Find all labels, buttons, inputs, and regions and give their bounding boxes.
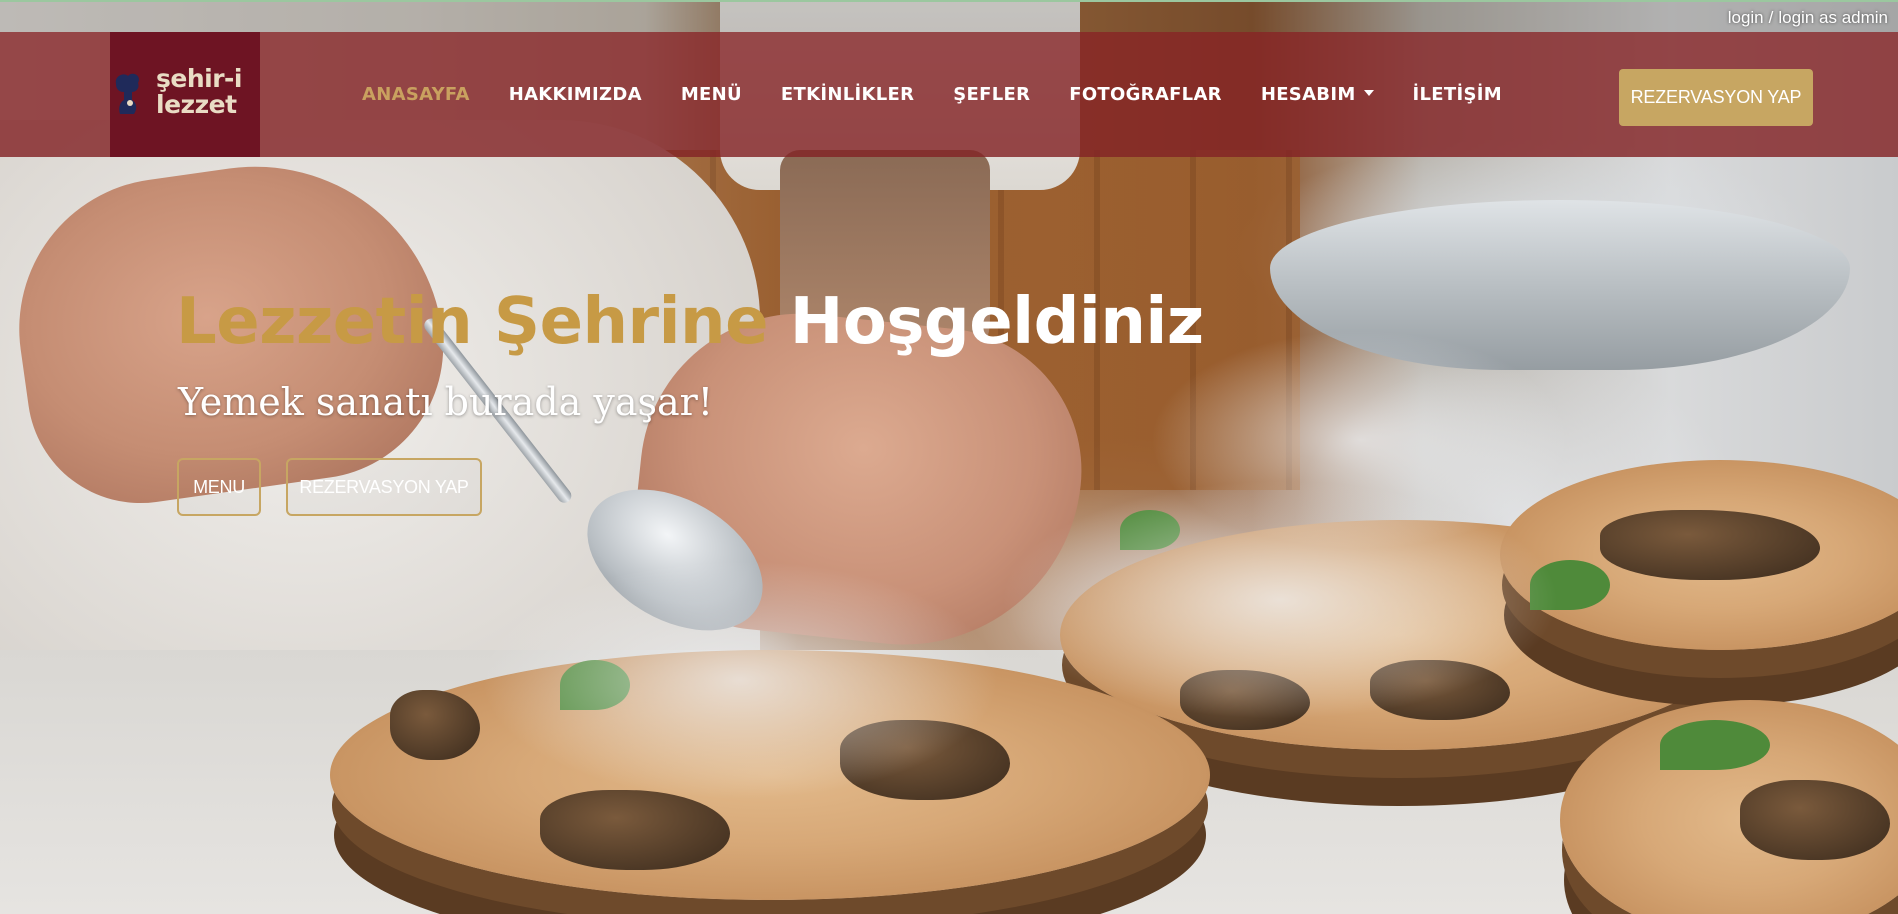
nav-item-sefler[interactable]: ŞEFLER (953, 84, 1030, 105)
top-utility-bar: login / login as admin (0, 0, 1898, 32)
dry-ice-mist (480, 560, 1000, 800)
nav-item-menu[interactable]: MENÜ (681, 84, 742, 105)
logo-text: şehir-i lezzet (156, 66, 242, 118)
login-link[interactable]: login (1728, 8, 1764, 27)
nav-item-fotograflar[interactable]: FOTOĞRAFLAR (1069, 84, 1222, 105)
hero-title-plain: Hoşgeldiniz (789, 285, 1204, 359)
page: login / login as admin şehir-i lezzet ANAS… (0, 0, 1898, 914)
login-as-admin-link[interactable]: login as admin (1778, 8, 1888, 27)
chevron-down-icon (1363, 90, 1374, 96)
hero-subtitle: Yemek sanatı burada yaşar! (178, 380, 714, 424)
microgreens (1660, 720, 1770, 770)
nav-item-iletisim[interactable]: İLETİŞİM (1413, 84, 1502, 105)
reservation-button[interactable]: REZERVASYON YAP (1619, 69, 1813, 126)
hero-menu-button[interactable]: MENU (177, 458, 261, 516)
nav-item-hesabim-label: HESABIM (1260, 84, 1356, 105)
nav-menu: ANASAYFA HAKKIMIZDA MENÜ ETKİNLİKLER ŞEF… (362, 32, 1541, 157)
hero-reservation-button[interactable]: REZERVASYON YAP (286, 458, 482, 516)
dry-ice-mist (1150, 330, 1570, 550)
chef-head-icon (115, 73, 139, 114)
nav-item-hesabim[interactable]: HESABIM (1261, 84, 1374, 105)
auth-separator: / (1768, 8, 1774, 27)
brand-logo[interactable]: şehir-i lezzet (110, 32, 260, 157)
hero-title: Lezzetin Şehrine Hoşgeldiniz (176, 285, 1204, 359)
hero-title-accent: Lezzetin Şehrine (176, 285, 769, 359)
nav-item-etkinlikler[interactable]: ETKİNLİKLER (781, 84, 914, 105)
auth-links: login / login as admin (1728, 8, 1888, 28)
logo-line-1: şehir-i (156, 64, 242, 93)
nav-item-hakkimizda[interactable]: HAKKIMIZDA (509, 84, 642, 105)
logo-line-2: lezzet (156, 90, 237, 119)
main-navbar: şehir-i lezzet ANASAYFA HAKKIMIZDA MENÜ … (0, 32, 1898, 157)
nav-item-anasayfa[interactable]: ANASAYFA (362, 84, 470, 105)
